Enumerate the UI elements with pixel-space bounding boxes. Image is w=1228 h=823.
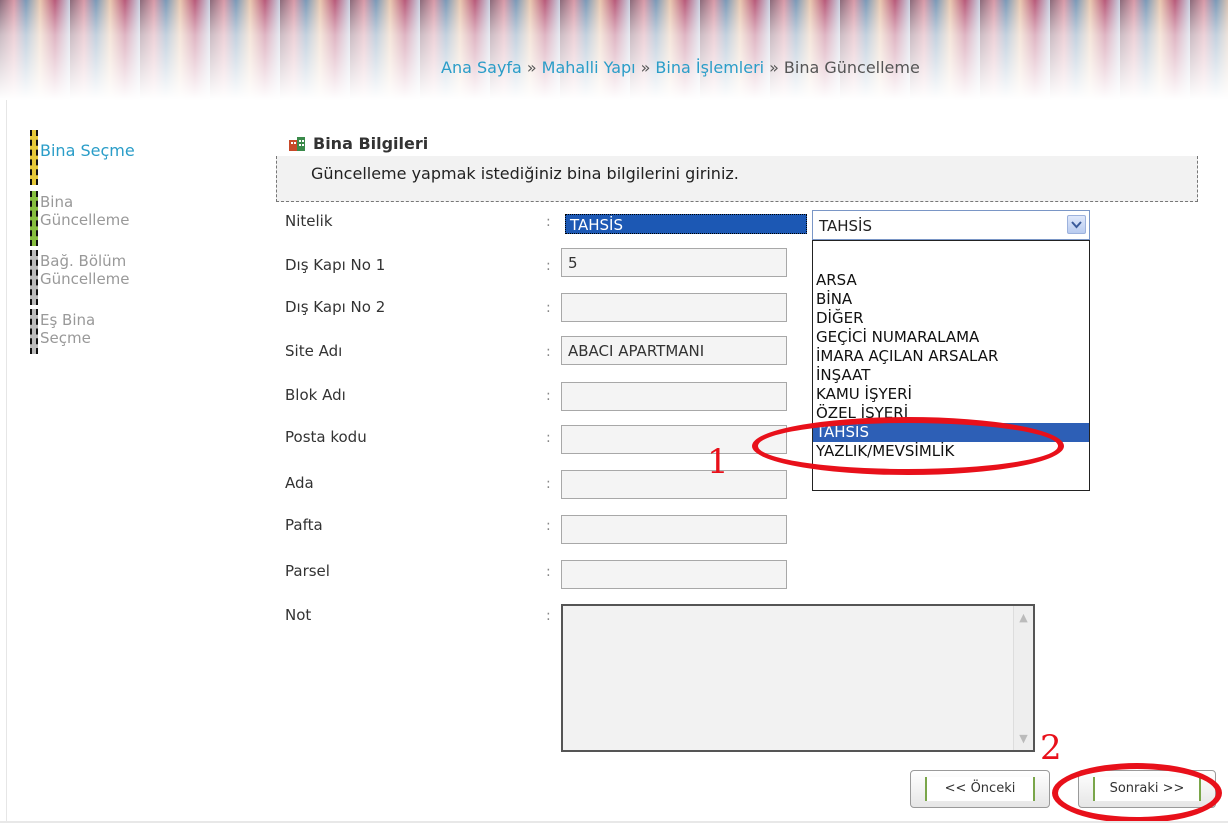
step-label: Bina Güncelleme bbox=[40, 193, 130, 229]
left-border bbox=[6, 100, 7, 823]
dis-kapi-no-2-input[interactable] bbox=[561, 293, 787, 322]
colon: : bbox=[546, 214, 551, 230]
step-label: Eş Bina Seçme bbox=[40, 311, 96, 347]
label-dis-kapi-no-1: Dış Kapı No 1 bbox=[285, 256, 386, 274]
option-gecici-numaralama[interactable]: GEÇİCİ NUMARALAMA bbox=[813, 328, 1089, 347]
step-es-bina-secme: Eş Bina Seçme bbox=[30, 309, 230, 364]
annotation-ring-2 bbox=[1052, 763, 1222, 823]
breadcrumb: Ana Sayfa» Mahalli Yapı» Bina İşlemleri» Bi… bbox=[441, 58, 920, 77]
label-dis-kapi-no-2: Dış Kapı No 2 bbox=[285, 298, 386, 316]
label-nitelik: Nitelik bbox=[285, 212, 333, 230]
nitelik-current-value[interactable]: TAHSİS bbox=[565, 214, 807, 234]
header-banner bbox=[0, 0, 1228, 100]
not-textarea[interactable]: ▲ ▼ bbox=[561, 604, 1035, 752]
scroll-down-icon[interactable]: ▼ bbox=[1016, 731, 1031, 746]
colon: : bbox=[546, 564, 551, 580]
breadcrumb-separator: » bbox=[769, 58, 779, 77]
colon: : bbox=[546, 430, 551, 446]
step-navigation: Bina Seçme Bina Güncelleme Bağ. Bölüm Günc… bbox=[30, 130, 230, 364]
breadcrumb-separator: » bbox=[640, 58, 651, 77]
step-bina-guncelleme: Bina Güncelleme bbox=[30, 191, 230, 246]
parsel-input[interactable] bbox=[561, 560, 787, 589]
breadcrumb-bina-islemleri[interactable]: Bina İşlemleri bbox=[655, 58, 764, 77]
label-parsel: Parsel bbox=[285, 562, 330, 580]
label-pafta: Pafta bbox=[285, 516, 323, 534]
step-label: Bağ. Bölüm Güncelleme bbox=[40, 252, 130, 288]
colon: : bbox=[546, 518, 551, 534]
option-bina[interactable]: BİNA bbox=[813, 290, 1089, 309]
breadcrumb-separator: » bbox=[526, 58, 537, 77]
textarea-scrollbar[interactable]: ▲ ▼ bbox=[1013, 606, 1033, 750]
step-indicator bbox=[30, 309, 38, 354]
label-ada: Ada bbox=[285, 474, 314, 492]
building-icon bbox=[287, 134, 307, 152]
label-not: Not bbox=[285, 606, 312, 624]
colon: : bbox=[546, 608, 551, 624]
previous-button-label: << Önceki bbox=[925, 777, 1035, 801]
colon: : bbox=[546, 388, 551, 404]
colon: : bbox=[546, 300, 551, 316]
step-indicator bbox=[30, 191, 38, 246]
colon: : bbox=[546, 258, 551, 274]
annotation-marker-2: 2 bbox=[1040, 728, 1062, 768]
label-site-adi: Site Adı bbox=[285, 342, 343, 360]
dis-kapi-no-1-input[interactable] bbox=[561, 248, 787, 277]
step-indicator bbox=[30, 130, 38, 185]
breadcrumb-current: Bina Güncelleme bbox=[783, 58, 920, 77]
annotation-marker-1: 1 bbox=[707, 442, 729, 482]
step-bina-secme[interactable]: Bina Seçme bbox=[30, 130, 230, 185]
option-insaat[interactable]: İNŞAAT bbox=[813, 366, 1089, 385]
colon: : bbox=[546, 344, 551, 360]
label-posta-kodu: Posta kodu bbox=[285, 428, 367, 446]
blok-adi-input[interactable] bbox=[561, 382, 787, 411]
section-title: Bina Bilgileri bbox=[287, 134, 428, 153]
option-kamu-isyeri[interactable]: KAMU İŞYERİ bbox=[813, 385, 1089, 404]
select-value: TAHSİS bbox=[819, 217, 873, 235]
annotation-ring-1 bbox=[752, 417, 1064, 475]
scroll-up-icon[interactable]: ▲ bbox=[1016, 610, 1031, 625]
option-imara-acilan-arsalar[interactable]: İMARA AÇILAN ARSALAR bbox=[813, 347, 1089, 366]
step-indicator bbox=[30, 250, 38, 305]
label-blok-adi: Blok Adı bbox=[285, 386, 346, 404]
colon: : bbox=[546, 476, 551, 492]
pafta-input[interactable] bbox=[561, 515, 787, 544]
breadcrumb-home[interactable]: Ana Sayfa bbox=[441, 58, 522, 77]
step-bag-bolum-guncelleme: Bağ. Bölüm Güncelleme bbox=[30, 250, 230, 305]
breadcrumb-mahalli-yapi[interactable]: Mahalli Yapı bbox=[542, 58, 636, 77]
section-title-text: Bina Bilgileri bbox=[313, 134, 429, 153]
previous-button[interactable]: << Önceki bbox=[910, 770, 1050, 808]
option-arsa[interactable]: ARSA bbox=[813, 271, 1089, 290]
site-adi-input[interactable] bbox=[561, 336, 787, 365]
option-diger[interactable]: DİĞER bbox=[813, 309, 1089, 328]
step-label: Bina Seçme bbox=[40, 141, 135, 160]
info-box: Güncelleme yapmak istediğiniz bina bilgi… bbox=[276, 156, 1198, 202]
ada-input[interactable] bbox=[561, 470, 787, 499]
nitelik-select[interactable]: TAHSİS bbox=[812, 210, 1090, 240]
chevron-down-icon[interactable] bbox=[1067, 215, 1086, 234]
